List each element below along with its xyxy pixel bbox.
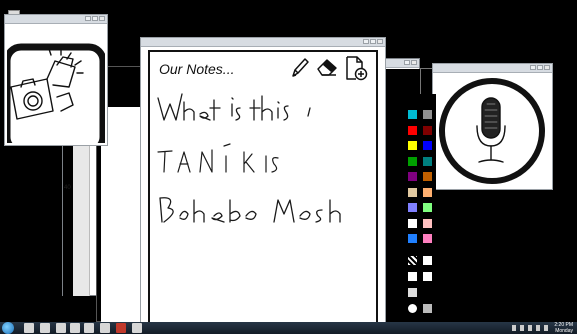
taskbar-app-4[interactable] [70, 323, 80, 333]
color-swatch[interactable] [408, 141, 417, 150]
settings-icon[interactable] [423, 304, 432, 313]
color-palette [400, 94, 436, 324]
camera-window-titlebar[interactable] [5, 15, 107, 24]
maximize-button[interactable] [370, 39, 376, 44]
color-swatch[interactable] [408, 187, 417, 197]
handwriting-line-2 [157, 143, 279, 173]
camera-window[interactable] [3, 14, 108, 155]
large-dot-icon[interactable] [423, 272, 432, 281]
taskbar-app-5[interactable] [84, 323, 94, 333]
color-swatch[interactable] [423, 110, 432, 119]
color-swatch[interactable] [423, 156, 432, 166]
minimize-button[interactable] [530, 65, 536, 70]
taskbar-app-8[interactable] [132, 323, 142, 333]
taskbar-app-2[interactable] [40, 323, 50, 333]
color-swatch[interactable] [423, 172, 432, 181]
handwriting-line-3 [159, 197, 341, 223]
camera-icon [3, 43, 107, 155]
fill-icon[interactable] [408, 288, 417, 297]
close-button[interactable] [544, 65, 550, 70]
close-button[interactable] [377, 39, 383, 44]
maximize-button[interactable] [537, 65, 543, 70]
handwriting-canvas[interactable] [150, 86, 376, 246]
color-swatch[interactable] [408, 203, 417, 212]
taskbar-app-3[interactable] [56, 323, 66, 333]
color-swatch[interactable] [408, 125, 417, 135]
close-button[interactable] [99, 16, 105, 21]
clear-icon[interactable] [408, 304, 417, 313]
taskbar: 2:20 PM Monday [0, 322, 577, 334]
eraser-icon[interactable] [316, 57, 338, 77]
start-button[interactable] [2, 322, 14, 334]
color-swatch[interactable] [408, 234, 417, 243]
color-swatch[interactable] [408, 156, 417, 166]
color-swatch[interactable] [408, 172, 417, 181]
minimize-button[interactable] [85, 16, 91, 21]
color-swatch[interactable] [423, 141, 432, 150]
pattern-icon[interactable] [408, 256, 417, 265]
notes-canvas[interactable]: Our Notes... [148, 50, 378, 334]
color-swatch[interactable] [408, 110, 417, 119]
taskbar-app-6[interactable] [100, 323, 110, 333]
pencil-icon[interactable] [290, 57, 310, 79]
color-swatch[interactable] [423, 234, 432, 243]
small-dot-icon[interactable] [408, 272, 417, 281]
microphone-window-titlebar[interactable] [433, 64, 552, 73]
notes-title: Our Notes... [159, 61, 235, 77]
tray-icons[interactable] [512, 325, 548, 331]
clock-label: Monday [555, 328, 573, 334]
taskbar-app-1[interactable] [24, 323, 34, 333]
handwriting-line-1 [157, 93, 311, 121]
background-window-side-label: 40 [64, 185, 71, 191]
color-swatch[interactable] [423, 218, 432, 228]
color-swatch[interactable] [423, 187, 432, 197]
new-page-icon[interactable] [344, 55, 368, 81]
color-swatch[interactable] [423, 125, 432, 135]
background-window-right-titlebar[interactable] [381, 59, 419, 68]
camera-button[interactable] [3, 27, 107, 155]
swap-icon[interactable] [423, 256, 432, 265]
maximize-button[interactable] [92, 16, 98, 21]
color-swatch[interactable] [408, 218, 417, 228]
clock[interactable]: 2:20 PM Monday [554, 322, 573, 334]
notes-window-titlebar[interactable] [141, 38, 385, 47]
minimize-button[interactable] [363, 39, 369, 44]
notes-window[interactable]: Our Notes... [140, 37, 386, 334]
color-swatch[interactable] [423, 203, 432, 212]
microphone-button[interactable] [435, 74, 550, 187]
microphone-window[interactable] [432, 63, 553, 190]
taskbar-app-7[interactable] [116, 323, 126, 333]
microphone-icon [439, 78, 545, 184]
